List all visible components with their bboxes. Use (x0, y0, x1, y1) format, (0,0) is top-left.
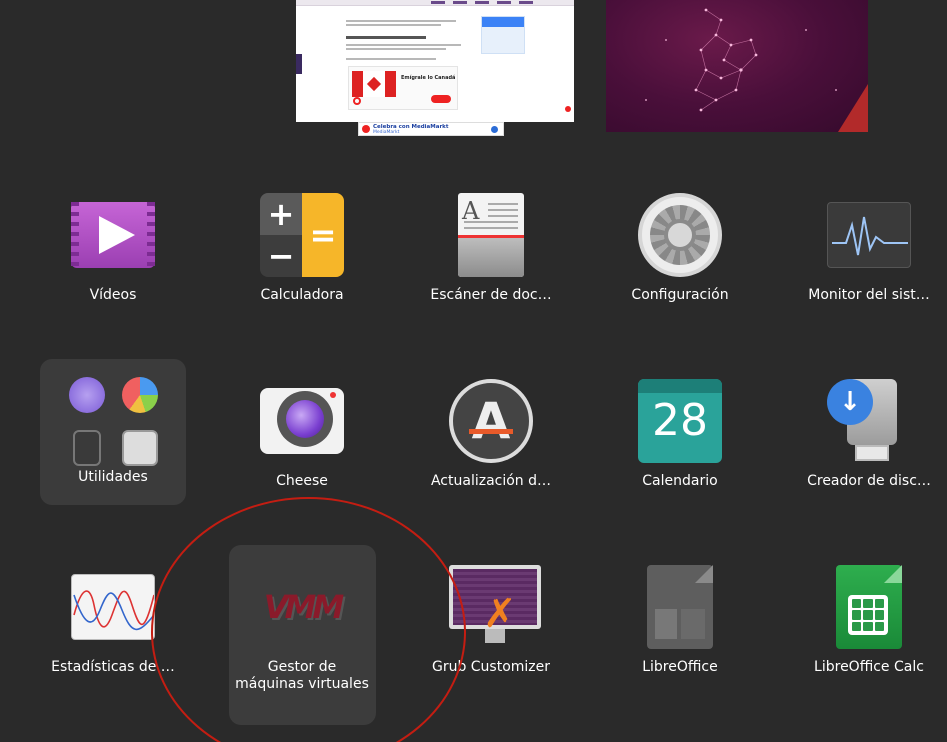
app-power-statistics[interactable]: Estadísticas de … (40, 565, 186, 676)
workspace-thumbnail-desktop[interactable] (606, 0, 868, 132)
app-label: LibreOffice Calc (814, 659, 924, 675)
app-calendar[interactable]: 28 Calendario (607, 379, 753, 490)
canada-flag-icon (352, 71, 396, 97)
software-updater-icon: A (449, 379, 533, 463)
article-text-line (346, 24, 441, 26)
disk-usage-icon (121, 376, 158, 413)
browser-site-nav (431, 1, 533, 4)
folder-utilities[interactable]: Utilidades (40, 373, 186, 486)
calendar-day-number: 28 (652, 395, 708, 446)
article-heading-line (346, 36, 426, 39)
browser-widget (481, 16, 525, 54)
browser-ad-card: Emígrale lo Canadá (348, 66, 458, 110)
app-settings[interactable]: Configuración (607, 193, 753, 304)
app-software-updater[interactable]: A Actualización d… (418, 379, 564, 490)
videos-icon (71, 193, 155, 277)
app-label: Escáner de doc… (430, 287, 552, 303)
webcam-icon (260, 379, 344, 463)
app-label: Estadísticas de … (51, 659, 175, 675)
app-label: Grub Customizer (431, 659, 551, 675)
app-label: Monitor del sist… (808, 287, 930, 303)
app-cheese[interactable]: Cheese (229, 379, 375, 490)
app-label: Configuración (631, 287, 729, 303)
tools-icon: ✗ (483, 591, 517, 637)
grub-customizer-icon: ✗ (449, 565, 541, 649)
disks-icon (121, 429, 158, 466)
app-label: Actualización d… (430, 473, 552, 489)
virtual-machine-manager-icon: VMM (263, 588, 344, 626)
calendar-icon: 28 (638, 379, 722, 463)
app-grub-customizer[interactable]: ✗ Grub Customizer (418, 565, 564, 676)
app-virtual-machine-manager[interactable]: VMM Gestor de máquinas virtuales (229, 565, 375, 693)
keyring-icon (72, 429, 101, 466)
notification-dot-icon (565, 106, 571, 112)
ad-info-icon (491, 126, 498, 133)
calc-minus-glyph: − (260, 235, 302, 277)
app-label: Calculadora (260, 287, 344, 303)
calc-equals-glyph: = (302, 193, 344, 277)
libreoffice-icon (638, 565, 722, 649)
calc-plus-glyph: + (260, 193, 302, 235)
network-icon (68, 376, 105, 413)
banner-title: Celebra con MediaMarkt (373, 123, 449, 130)
app-system-monitor[interactable]: Monitor del sist… (796, 193, 942, 304)
calculator-icon: + = − (260, 193, 344, 277)
app-label: Calendario (642, 473, 718, 489)
constellation-wallpaper-icon (645, 8, 837, 112)
article-text-line (346, 20, 456, 22)
article-text-line (346, 48, 446, 50)
app-startup-disk-creator[interactable]: ↓ Creador de disc… (796, 379, 942, 490)
app-label: Gestor de máquinas virtuales (235, 659, 369, 692)
app-videos[interactable]: Vídeos (40, 193, 186, 304)
mediamarkt-logo-icon (362, 125, 370, 133)
app-label: LibreOffice (642, 659, 718, 675)
app-document-scanner[interactable]: A Escáner de doc… (418, 193, 564, 304)
app-libreoffice-calc[interactable]: LibreOffice Calc (796, 565, 942, 676)
system-monitor-icon (827, 193, 911, 277)
app-label: Creador de disc… (807, 473, 931, 489)
app-label: Vídeos (89, 287, 137, 303)
download-arrow-icon: ↓ (827, 379, 873, 425)
usb-drive-icon: ↓ (827, 379, 911, 463)
wallpaper-fold-shape (838, 84, 868, 132)
app-calculator[interactable]: + = − Calculadora (229, 193, 375, 304)
ad-title: Emígrale lo Canadá (401, 75, 456, 81)
gear-icon (638, 193, 722, 277)
app-libreoffice[interactable]: LibreOffice (607, 565, 753, 676)
browser-bottom-banner: Celebra con MediaMarkt MediaMarkt (358, 122, 504, 136)
app-label: Cheese (276, 473, 328, 489)
ad-button (431, 95, 451, 103)
article-text-line (346, 58, 436, 60)
workspace-thumbnail-browser[interactable]: Emígrale lo Canadá (296, 0, 574, 122)
utilities-folder-icon (65, 373, 161, 469)
ad-logo-icon (353, 97, 361, 105)
share-sidebar (296, 54, 302, 74)
updater-letter-glyph: A (471, 392, 511, 450)
spreadsheet-icon (827, 565, 911, 649)
document-scanner-icon: A (449, 193, 533, 277)
article-text-line (346, 44, 461, 46)
banner-brand: MediaMarkt (373, 129, 400, 135)
statistics-graph-icon (71, 565, 155, 649)
app-label: Utilidades (78, 469, 148, 485)
